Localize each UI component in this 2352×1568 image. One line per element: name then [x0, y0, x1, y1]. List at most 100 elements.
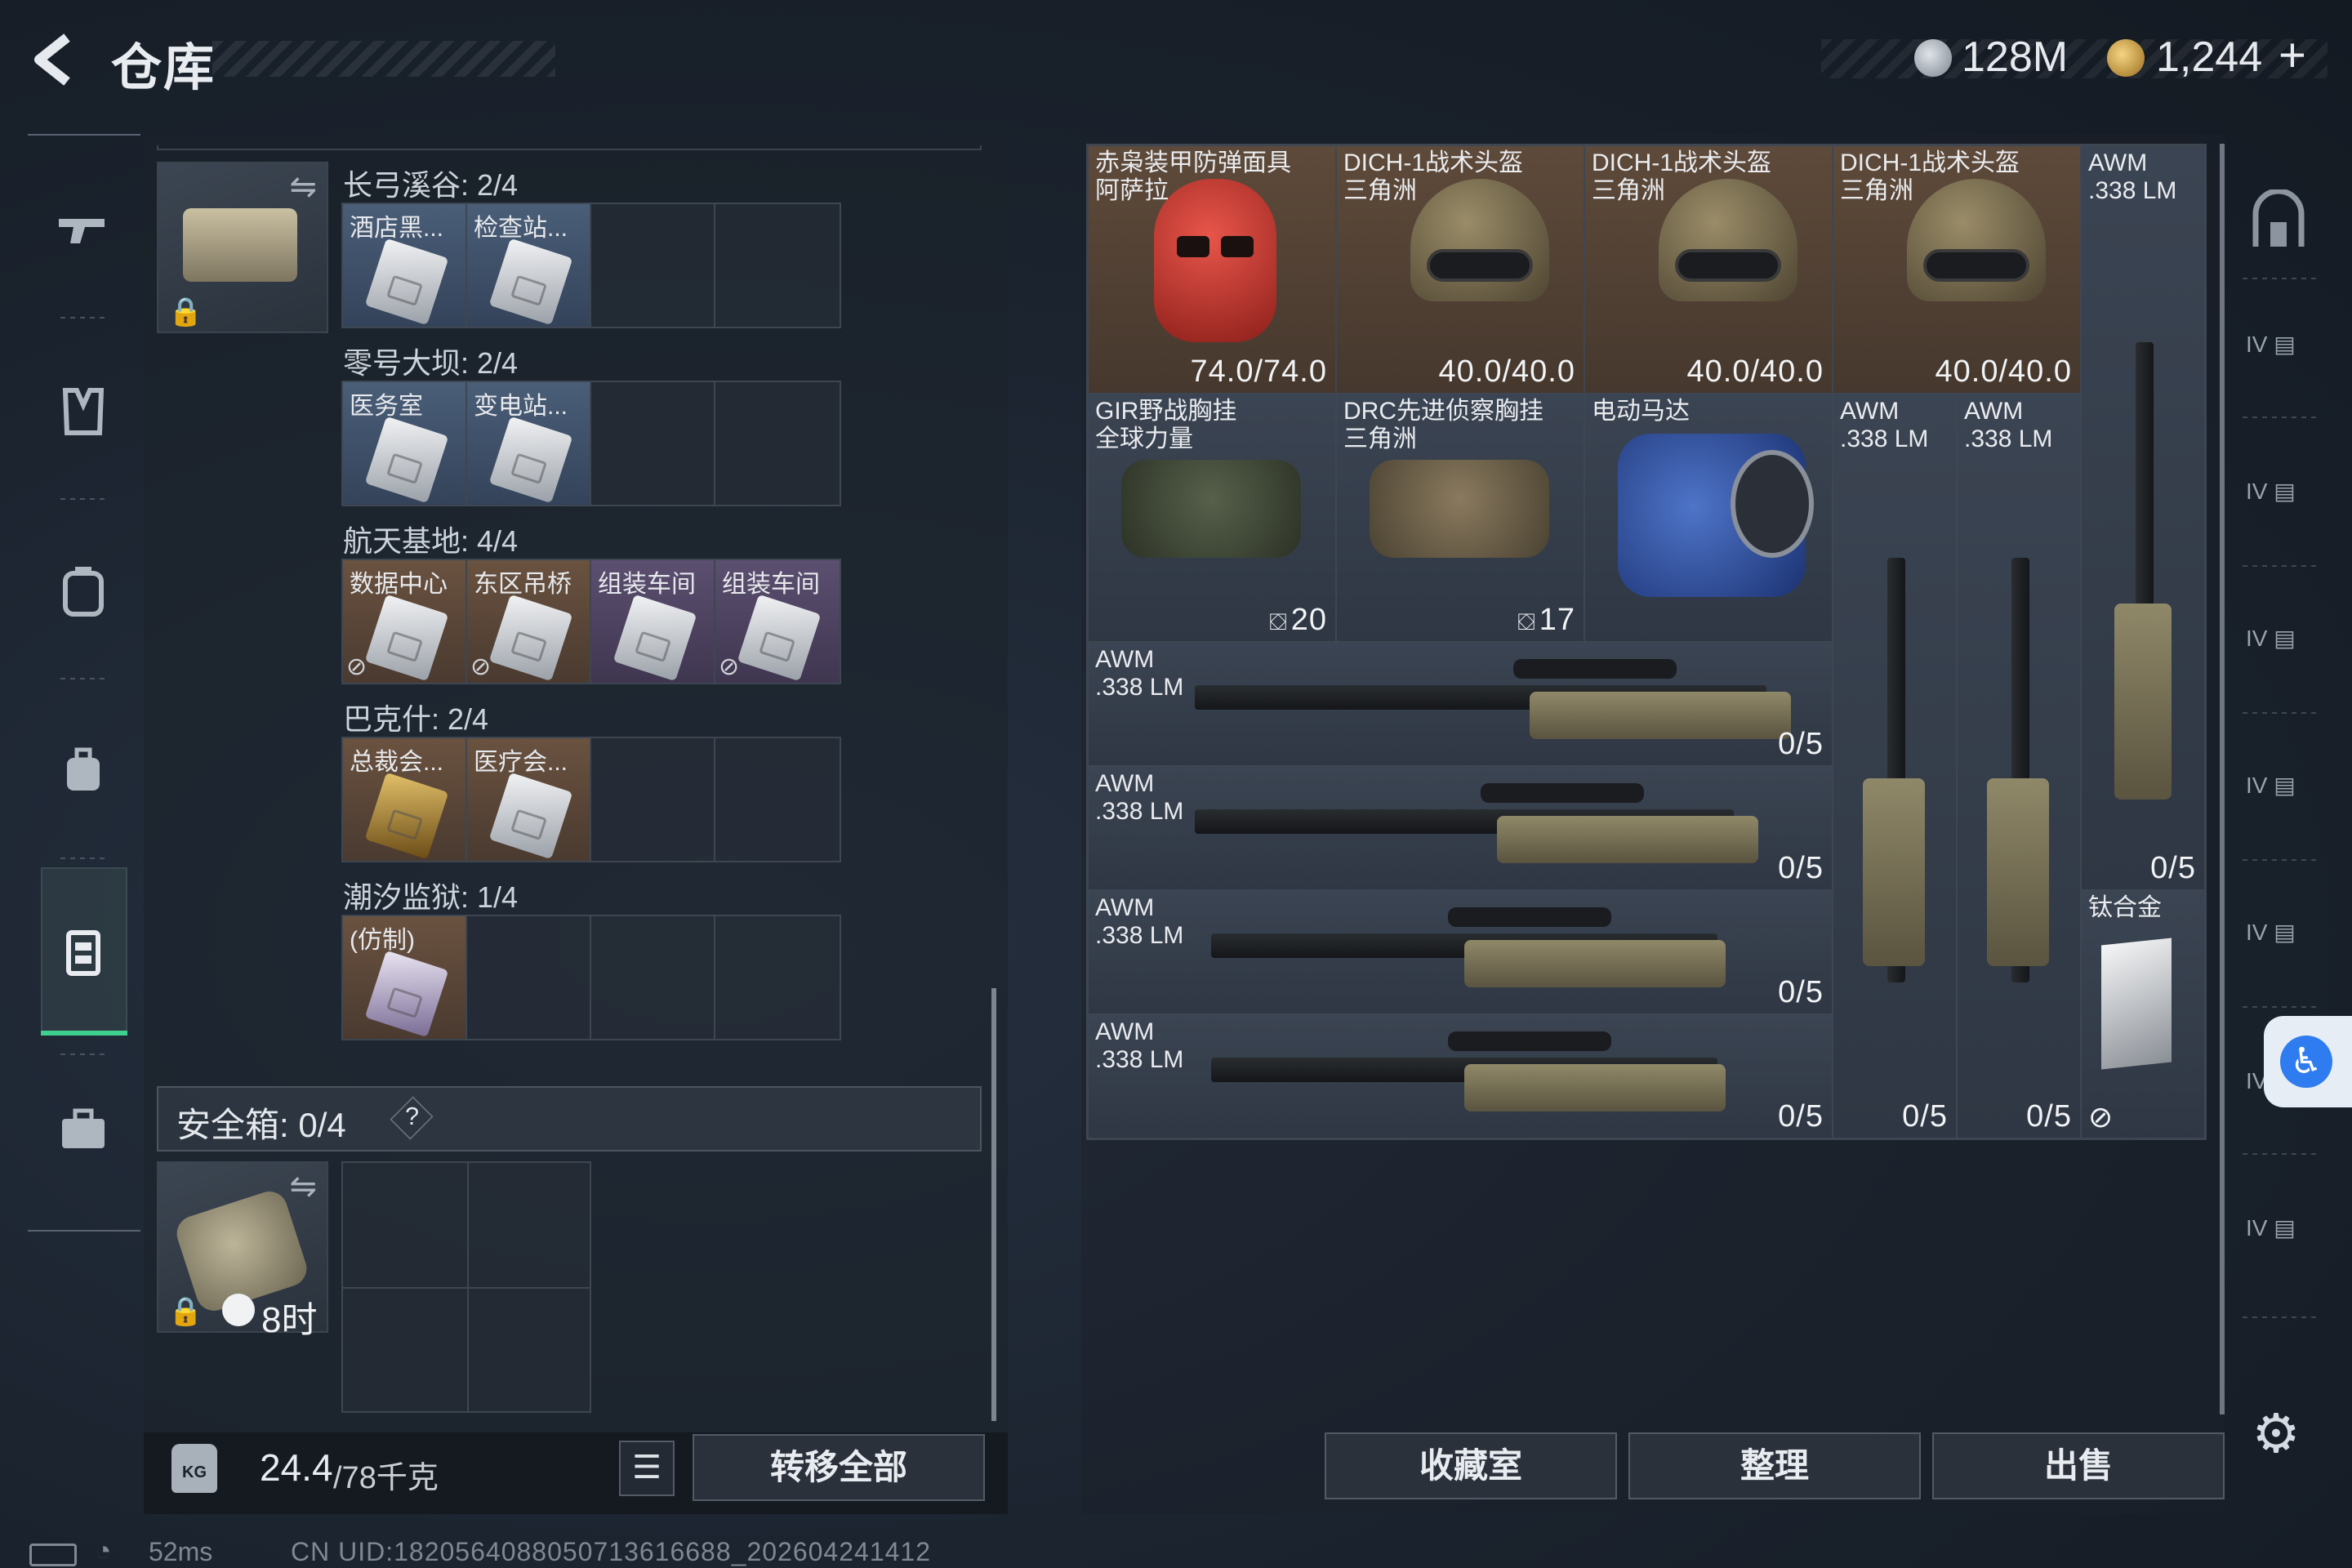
item-rifle-horizontal[interactable]: AWM .338 LM 0/5	[1088, 642, 1833, 766]
item-rifle-horizontal[interactable]: AWM .338 LM 0/5	[1088, 890, 1833, 1014]
item-titanium[interactable]: 钛合金 ⊘	[2081, 890, 2205, 1138]
rifle-stock-image	[2114, 604, 2172, 800]
keycard-slot[interactable]: 东区吊桥 ⊘	[467, 560, 591, 683]
warehouse-home-icon[interactable]	[2246, 188, 2311, 252]
backpack-icon[interactable]	[52, 560, 114, 622]
keycard-holder-slot[interactable]: ⇋ 🔒	[157, 162, 328, 333]
keycard-image	[737, 594, 822, 682]
empty-keycard-slot[interactable]	[467, 916, 591, 1039]
keycard-slot[interactable]: 组装车间 ⊘	[715, 560, 840, 683]
empty-keycard-slot[interactable]	[591, 916, 715, 1039]
safe-box-timer: 8时	[261, 1300, 318, 1340]
swap-icon[interactable]: ⇋	[289, 168, 317, 206]
tab-iv-1[interactable]: IV ▤	[2246, 480, 2311, 542]
vest-icon[interactable]	[52, 381, 114, 443]
list-view-button[interactable]: ☰	[619, 1441, 675, 1496]
keycard-slot[interactable]: 医疗会...	[467, 738, 591, 861]
tab-iv-4[interactable]: IV ▤	[2246, 921, 2311, 983]
weight-current: 24.4	[260, 1446, 333, 1489]
accessibility-button[interactable]: ♿	[2264, 1016, 2352, 1107]
keycard-holder-image	[183, 208, 297, 282]
item-rifle-horizontal[interactable]: AWM .338 LM 0/5	[1088, 766, 1833, 890]
keycard-image	[364, 772, 449, 860]
keycard-label: 数据中心	[350, 571, 448, 598]
ping-value: 52ms	[149, 1537, 213, 1566]
safe-box-grid[interactable]	[341, 1161, 591, 1413]
tab-iv-2[interactable]: IV ▤	[2246, 627, 2311, 689]
warehouse-scrollbar[interactable]	[2220, 144, 2225, 1414]
no-sell-icon: ⊘	[470, 653, 492, 680]
keycard-label: 医疗会...	[474, 749, 568, 776]
keycard-group-grid: (仿制)	[341, 915, 841, 1040]
keycard-group-grid: 酒店黑... 检查站...	[341, 203, 841, 328]
bag-icon[interactable]	[52, 740, 114, 802]
keycard-group-grid: 医务室 变电站...	[341, 381, 841, 506]
item-rifle-vertical[interactable]: AWM .338 LM 0/5	[2081, 145, 2205, 890]
tab-iv-3[interactable]: IV ▤	[2246, 774, 2311, 836]
back-arrow-icon[interactable]	[24, 31, 82, 88]
right-nav-separator	[2243, 1006, 2316, 1008]
item-helmet[interactable]: DICH-1战术头盔 三角洲 40.0/40.0	[1584, 145, 1833, 394]
tab-iv-6[interactable]: IV ▤	[2246, 1217, 2311, 1279]
right-nav-separator	[2243, 859, 2316, 861]
keycard-slot[interactable]: 变电站...	[467, 382, 591, 505]
transfer-all-button[interactable]: 转移全部	[693, 1434, 985, 1501]
chest-rig-image	[1121, 460, 1301, 558]
keycard-slot[interactable]: 组装车间	[591, 560, 715, 683]
item-name: AWM .338 LM	[2088, 149, 2177, 204]
item-armor-mask[interactable]: 赤枭装甲防弹面具 阿萨拉 74.0/74.0	[1088, 145, 1336, 394]
organize-button[interactable]: 整理	[1628, 1432, 1921, 1499]
container-panel-scrollbar[interactable]	[991, 988, 996, 1421]
item-rifle-vertical[interactable]: AWM .338 LM 0/5	[1833, 394, 1957, 1138]
keycard-slot[interactable]: (仿制)	[343, 916, 467, 1039]
scope-image	[1448, 907, 1611, 927]
keycard-case-icon[interactable]	[52, 921, 114, 983]
keycard-slot[interactable]: 酒店黑...	[343, 204, 467, 327]
item-electric-motor[interactable]: 电动马达	[1584, 394, 1833, 642]
keycard-image	[488, 238, 573, 326]
keycard-image	[488, 594, 573, 682]
swap-icon[interactable]: ⇋	[289, 1168, 317, 1205]
empty-keycard-slot[interactable]	[591, 204, 715, 327]
pistol-icon[interactable]	[52, 199, 114, 261]
keycard-slot[interactable]: 总裁会...	[343, 738, 467, 861]
rifle-stock-image	[1530, 692, 1791, 739]
empty-keycard-slot[interactable]	[715, 382, 840, 505]
item-durability: 40.0/40.0	[1935, 354, 2072, 389]
item-name: DICH-1战术头盔 三角洲	[1840, 149, 2020, 204]
item-chest-rig[interactable]: DRC先进侦察胸挂 三角洲 ⛋ 17	[1336, 394, 1584, 642]
item-ammo: 0/5	[1778, 727, 1824, 761]
keycard-label: 组装车间	[722, 571, 820, 598]
keycard-slot[interactable]: 数据中心 ⊘	[343, 560, 467, 683]
empty-keycard-slot[interactable]	[591, 382, 715, 505]
item-name: 赤枭装甲防弹面具 阿萨拉	[1095, 149, 1291, 204]
item-rifle-vertical[interactable]: AWM .338 LM 0/5	[1957, 394, 2081, 1138]
empty-keycard-slot[interactable]	[715, 204, 840, 327]
keycard-label: 东区吊桥	[474, 571, 572, 598]
item-helmet[interactable]: DICH-1战术头盔 三角洲 40.0/40.0	[1833, 145, 2081, 394]
no-sell-icon: ⊘	[719, 653, 740, 680]
sell-button[interactable]: 出售	[1932, 1432, 2225, 1499]
empty-keycard-slot[interactable]	[715, 916, 840, 1039]
empty-keycard-slot[interactable]	[591, 738, 715, 861]
add-currency-button[interactable]: +	[2278, 28, 2306, 82]
keycard-slot[interactable]: 检查站...	[467, 204, 591, 327]
left-nav-separator	[60, 858, 109, 859]
item-rifle-horizontal[interactable]: AWM .338 LM 0/5	[1088, 1014, 1833, 1138]
scope-image	[1448, 1031, 1611, 1051]
left-nav-bottom-line	[28, 1230, 140, 1232]
rifle-stock-image	[1863, 778, 1925, 966]
item-name: DRC先进侦察胸挂 三角洲	[1343, 398, 1544, 452]
keycard-slot[interactable]: 医务室	[343, 382, 467, 505]
right-nav-separator	[2243, 416, 2316, 418]
item-chest-rig[interactable]: GIR野战胸挂 全球力量 ⛋ 20	[1088, 394, 1336, 642]
help-icon: ?	[405, 1102, 420, 1131]
tab-v-icon[interactable]: IV ▤	[2246, 333, 2311, 395]
item-name: AWM .338 LM	[1964, 398, 2053, 452]
left-nav-separator	[60, 317, 109, 318]
item-helmet[interactable]: DICH-1战术头盔 三角洲 40.0/40.0	[1336, 145, 1584, 394]
collection-room-button[interactable]: 收藏室	[1325, 1432, 1617, 1499]
empty-keycard-slot[interactable]	[715, 738, 840, 861]
briefcase-icon[interactable]	[52, 1099, 114, 1161]
gear-icon[interactable]: ⚙	[2247, 1405, 2305, 1462]
